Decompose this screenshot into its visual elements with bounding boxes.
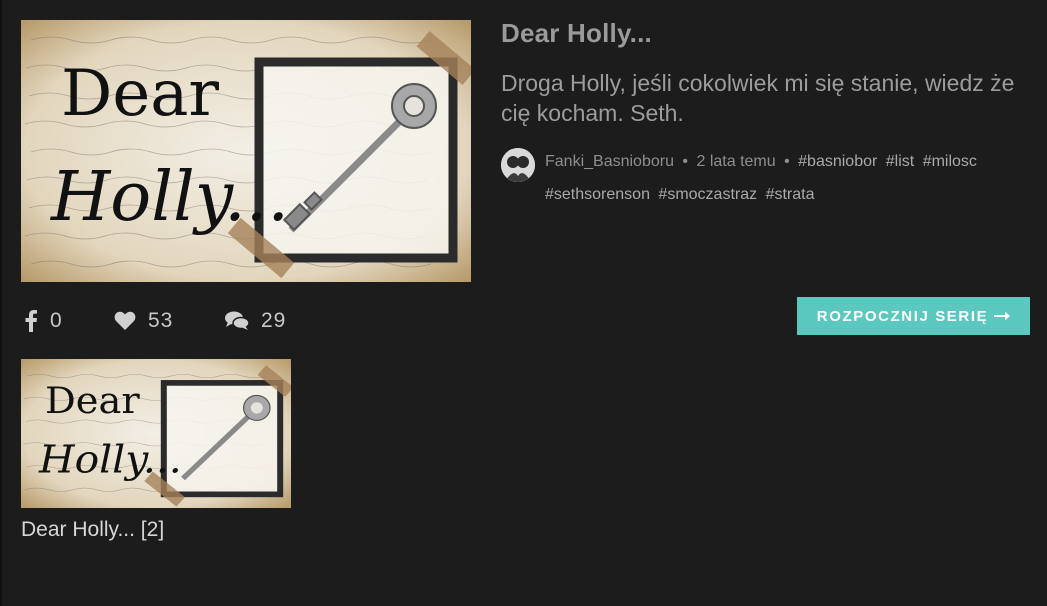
author-name[interactable]: Fanki_Basnioboru [545, 153, 674, 170]
like-button[interactable]: 53 [114, 305, 173, 337]
story-title[interactable]: Dear Holly... [501, 18, 652, 49]
comments-icon [225, 311, 249, 330]
separator: • [682, 153, 689, 170]
story-description: Droga Holly, jeśli cokolwiek mi się stan… [501, 70, 1015, 126]
author-avatar[interactable] [501, 148, 535, 182]
facebook-share[interactable]: 0 [24, 305, 63, 337]
page-edge [0, 0, 2, 606]
tag-link[interactable]: #smoczastraz [658, 186, 757, 203]
tag-link[interactable]: #milosc [923, 153, 977, 170]
svg-text:Dear: Dear [61, 57, 219, 131]
start-series-label: ROZPOCZNIJ SERIĘ [816, 307, 989, 325]
start-series-button[interactable]: ROZPOCZNIJ SERIĘ [797, 297, 1030, 335]
tag-link[interactable]: #strata [766, 186, 815, 203]
chapter-title[interactable]: Dear Holly... [2] [21, 518, 164, 542]
heart-icon [114, 311, 136, 330]
likes-count: 53 [148, 309, 174, 332]
separator: • [784, 153, 790, 170]
story-cover-image[interactable]: Dear Holly... [21, 20, 471, 282]
time-ago: 2 lata temu [696, 153, 776, 170]
comments-count: 29 [261, 309, 287, 332]
tag-link[interactable]: #sethsorenson [545, 186, 650, 203]
svg-text:Holly...: Holly... [38, 438, 182, 483]
svg-text:Holly...: Holly... [49, 158, 289, 237]
facebook-icon [25, 310, 37, 332]
arrow-right-icon [994, 311, 1011, 321]
tag-link[interactable]: #list [886, 153, 914, 170]
tag-link[interactable]: #basniobor [798, 153, 877, 170]
facebook-count: 0 [50, 309, 63, 332]
comments-button[interactable]: 29 [225, 305, 286, 337]
svg-text:Dear: Dear [45, 379, 140, 422]
chapter-thumbnail[interactable]: Dear Holly... [21, 359, 291, 508]
